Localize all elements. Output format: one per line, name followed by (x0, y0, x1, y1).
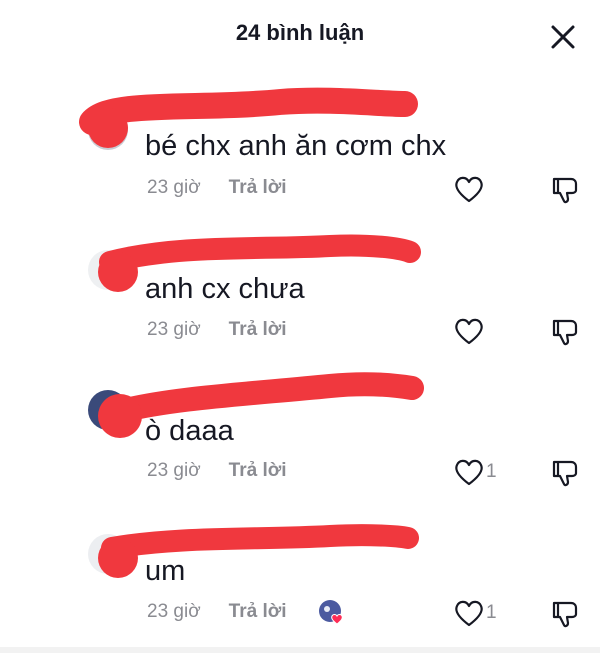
bottom-divider (0, 647, 600, 653)
reply-button[interactable]: Trả lời (229, 319, 287, 340)
dislike-icon[interactable] (550, 458, 580, 488)
comment-time: 23 giờ (147, 177, 201, 198)
close-icon[interactable] (548, 22, 578, 52)
comment-meta: 23 giờ Trả lời (147, 177, 287, 199)
comment-count-title: 24 bình luận (235, 20, 365, 45)
comment-meta: 23 giờ Trả lời (147, 319, 287, 341)
comment-text: anh cx chưa (145, 273, 305, 305)
reply-button[interactable]: Trả lời (229, 601, 287, 622)
comments-header: 24 bình luận (0, 0, 600, 70)
heart-icon[interactable] (453, 174, 485, 204)
comment-meta: 23 giờ Trả lời (147, 601, 287, 623)
creator-liked-badge (319, 600, 343, 625)
reply-button[interactable]: Trả lời (229, 177, 287, 198)
comment-item: um 23 giờ Trả lời 1 (0, 506, 600, 646)
heart-icon[interactable] (453, 316, 485, 346)
redacted-username (98, 372, 424, 438)
comment-item: bé chx anh ăn cơm chx 23 giờ Trả lời (0, 80, 600, 220)
comment-item: anh cx chưa 23 giờ Trả lời (0, 222, 600, 362)
comment-text: bé chx anh ăn cơm chx (145, 130, 447, 162)
comment-text: ò daaa (145, 415, 234, 447)
comment-time: 23 giờ (147, 601, 201, 622)
comment-text: um (145, 555, 186, 587)
comment-time: 23 giờ (147, 319, 201, 340)
dislike-icon[interactable] (550, 175, 580, 205)
comment-item: ò daaa 23 giờ Trả lời 1 (0, 364, 600, 504)
dislike-icon[interactable] (550, 599, 580, 629)
redacted-username (98, 524, 419, 578)
comment-meta: 23 giờ Trả lời (147, 460, 287, 482)
dislike-icon[interactable] (550, 317, 580, 347)
like-count: 1 (486, 602, 497, 623)
comment-time: 23 giờ (147, 460, 201, 481)
heart-icon[interactable] (453, 598, 485, 628)
heart-icon[interactable] (453, 457, 485, 487)
reply-button[interactable]: Trả lời (229, 460, 287, 481)
like-count: 1 (486, 461, 497, 482)
